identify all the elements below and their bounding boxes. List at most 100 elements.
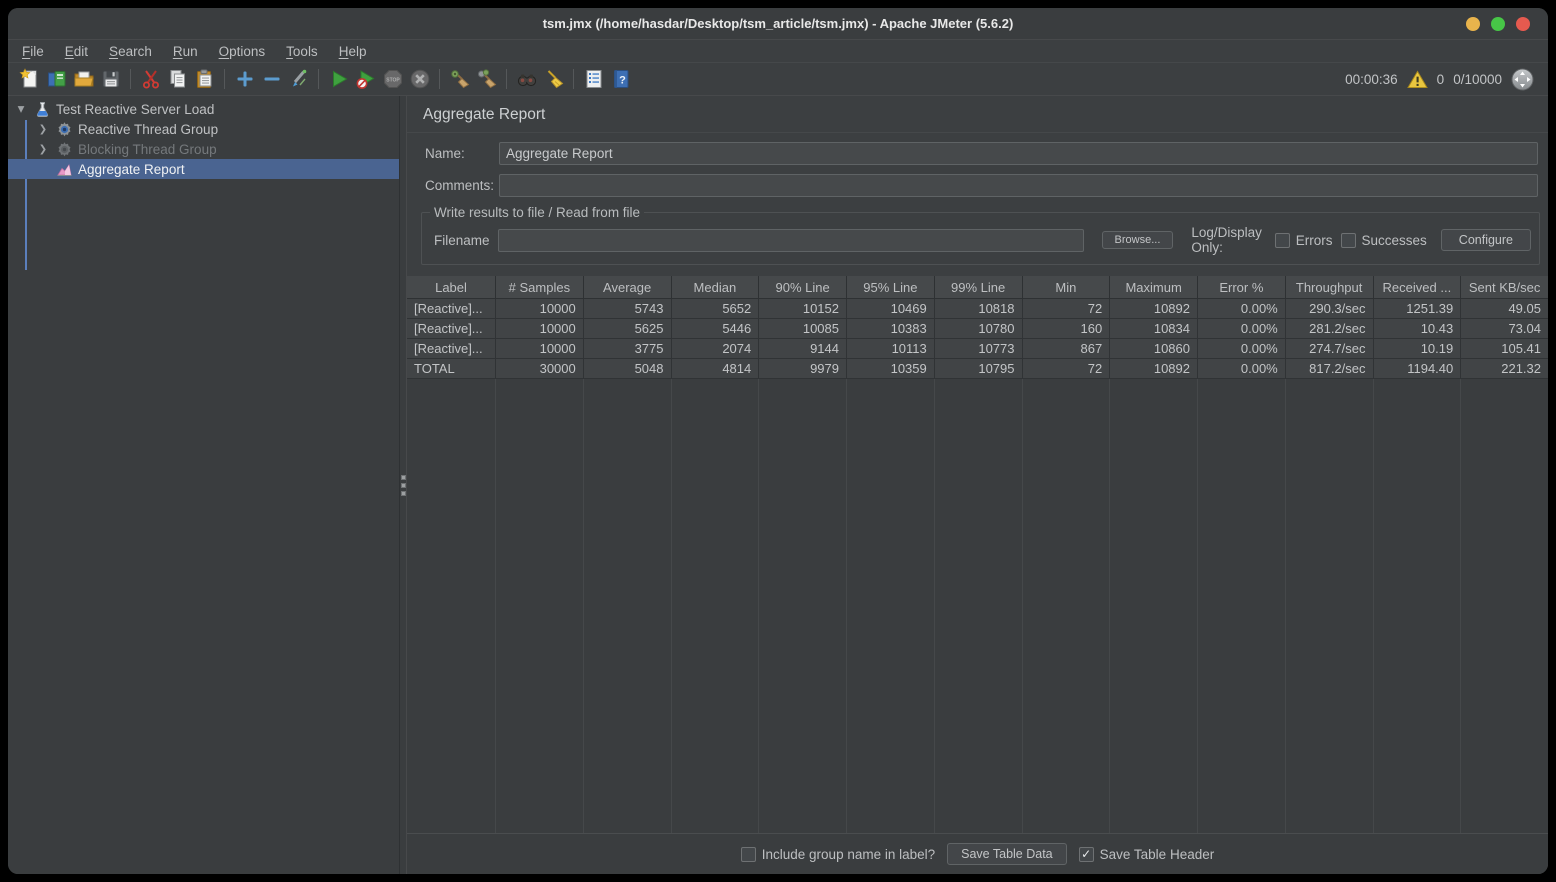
warning-icon[interactable]: [1407, 70, 1428, 89]
clear-icon[interactable]: [446, 66, 473, 92]
column-header-throughput[interactable]: Throughput: [1285, 276, 1373, 299]
close-button[interactable]: [1516, 17, 1530, 31]
minimize-button[interactable]: [1466, 17, 1480, 31]
help-icon[interactable]: ?: [607, 66, 634, 92]
toolbar-separator: [318, 69, 319, 89]
column-header-received-[interactable]: Received ...: [1373, 276, 1461, 299]
column-header-sent-kb-sec[interactable]: Sent KB/sec: [1460, 276, 1548, 299]
menu-tools[interactable]: Tools: [286, 44, 318, 59]
function-helper-icon[interactable]: [580, 66, 607, 92]
table-row[interactable]: [Reactive]...100003775207491441011310773…: [407, 339, 1548, 359]
name-input[interactable]: [499, 142, 1538, 165]
table-row[interactable]: [Reactive]...100005743565210152104691081…: [407, 299, 1548, 319]
errors-checkbox[interactable]: [1275, 233, 1290, 248]
menu-edit[interactable]: Edit: [65, 44, 88, 59]
column-header-error-[interactable]: Error %: [1197, 276, 1285, 299]
edit-pen-icon[interactable]: [285, 66, 312, 92]
paste-icon[interactable]: [191, 66, 218, 92]
stop-icon[interactable]: STOP: [379, 66, 406, 92]
column-header-median[interactable]: Median: [671, 276, 759, 299]
column-header-99-line[interactable]: 99% Line: [934, 276, 1022, 299]
include-group-wrap: Include group name in label?: [741, 847, 935, 862]
table-row[interactable]: [Reactive]...100005625544610085103831078…: [407, 319, 1548, 339]
title-bar[interactable]: tsm.jmx (/home/hasdar/Desktop/tsm_articl…: [8, 8, 1548, 40]
tree-item-aggregate-report[interactable]: Aggregate Report: [8, 159, 399, 179]
copy-icon[interactable]: [164, 66, 191, 92]
open-folder-icon[interactable]: [70, 66, 97, 92]
include-group-checkbox[interactable]: [741, 847, 756, 862]
column-header-min[interactable]: Min: [1022, 276, 1110, 299]
cut-icon[interactable]: [137, 66, 164, 92]
tree-item-label: Aggregate Report: [78, 162, 185, 177]
chevron-right-icon[interactable]: ❯: [36, 144, 50, 155]
remove-icon[interactable]: [258, 66, 285, 92]
menu-search[interactable]: Search: [109, 44, 152, 59]
tree-item-blocking-thread-group[interactable]: ❯Blocking Thread Group: [8, 139, 399, 159]
save-table-header-checkbox[interactable]: [1079, 847, 1094, 862]
clear-all-icon[interactable]: [473, 66, 500, 92]
gear-disabled-icon: [56, 141, 73, 158]
errors-checkbox-wrap: Errors: [1275, 233, 1333, 248]
menu-bar: File Edit Search Run Options Tools Help: [8, 40, 1548, 63]
warning-count: 0: [1437, 72, 1445, 87]
table-cell: 10085: [758, 319, 846, 339]
chevron-down-icon[interactable]: ▾: [14, 101, 28, 117]
column-header-95-line[interactable]: 95% Line: [846, 276, 934, 299]
successes-checkbox-wrap: Successes: [1341, 233, 1427, 248]
chevron-right-icon[interactable]: ❯: [36, 124, 50, 135]
column-header-label[interactable]: Label: [407, 276, 495, 299]
remote-start-icon[interactable]: [1511, 68, 1534, 91]
save-icon[interactable]: [97, 66, 124, 92]
table-cell: 281.2/sec: [1285, 319, 1373, 339]
browse-button[interactable]: Browse...: [1102, 231, 1174, 249]
panel-title: Aggregate Report: [423, 106, 1532, 124]
menu-file[interactable]: File: [22, 44, 44, 59]
shutdown-icon[interactable]: [406, 66, 433, 92]
maximize-button[interactable]: [1491, 17, 1505, 31]
successes-checkbox[interactable]: [1341, 233, 1356, 248]
menu-help[interactable]: Help: [339, 44, 367, 59]
configure-button[interactable]: Configure: [1441, 229, 1531, 251]
new-file-icon[interactable]: [16, 66, 43, 92]
start-icon[interactable]: [325, 66, 352, 92]
table-cell: 0.00%: [1197, 319, 1285, 339]
menu-run[interactable]: Run: [173, 44, 198, 59]
table-cell: 5625: [583, 319, 671, 339]
tree-item-label: Reactive Thread Group: [78, 122, 218, 137]
table-empty-cell: [1460, 379, 1548, 833]
comments-label: Comments:: [425, 178, 491, 193]
tree-splitter[interactable]: [399, 96, 407, 874]
templates-icon[interactable]: [43, 66, 70, 92]
jmeter-window: tsm.jmx (/home/hasdar/Desktop/tsm_articl…: [8, 8, 1548, 874]
add-icon[interactable]: [231, 66, 258, 92]
table-cell: 49.05: [1460, 299, 1548, 319]
include-group-label: Include group name in label?: [762, 847, 935, 862]
table-cell: 10359: [846, 359, 934, 379]
table-cell: 274.7/sec: [1285, 339, 1373, 359]
tree-item-reactive-thread-group[interactable]: ❯ Reactive Thread Group: [8, 119, 399, 139]
table-row[interactable]: TOTAL30000504848149979103591079572108920…: [407, 359, 1548, 379]
thread-count: 0/10000: [1453, 72, 1502, 87]
column-header--samples[interactable]: # Samples: [495, 276, 583, 299]
toolbar-separator: [439, 69, 440, 89]
tree-item-test-reactive-server-load[interactable]: ▾Test Reactive Server Load: [8, 99, 399, 119]
menu-options[interactable]: Options: [219, 44, 266, 59]
search-icon[interactable]: [513, 66, 540, 92]
column-header-maximum[interactable]: Maximum: [1109, 276, 1197, 299]
svg-text:STOP: STOP: [386, 77, 400, 83]
comments-input[interactable]: [499, 174, 1538, 197]
table-cell: 1194.40: [1373, 359, 1461, 379]
table-cell: [Reactive]...: [407, 299, 495, 319]
table-cell: 10113: [846, 339, 934, 359]
table-empty-cell: [583, 379, 671, 833]
table-cell: 5048: [583, 359, 671, 379]
save-table-data-button[interactable]: Save Table Data: [947, 843, 1067, 865]
filename-input[interactable]: [498, 229, 1084, 252]
column-header-90-line[interactable]: 90% Line: [758, 276, 846, 299]
table-cell: 10834: [1109, 319, 1197, 339]
table-cell: 4814: [671, 359, 759, 379]
column-header-average[interactable]: Average: [583, 276, 671, 299]
search-reset-icon[interactable]: [540, 66, 567, 92]
start-no-timers-icon[interactable]: [352, 66, 379, 92]
table-cell: 10818: [934, 299, 1022, 319]
